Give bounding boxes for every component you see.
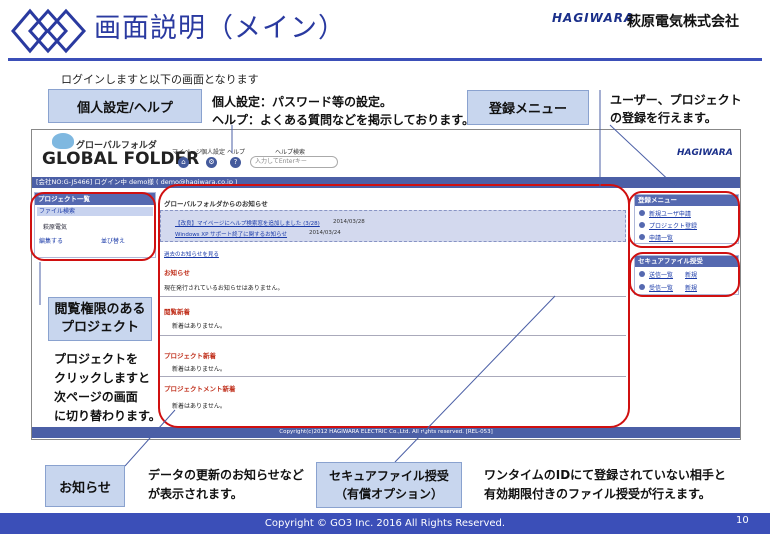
- nav-help-search-label: ヘルプ検索: [275, 149, 306, 156]
- screen-brand-logo: HAGIWARA: [677, 148, 733, 158]
- folder-logo-icon: [52, 133, 74, 149]
- highlight-project-panel: [30, 192, 156, 261]
- help-icon[interactable]: ?: [230, 157, 241, 168]
- app-header: グローバルフォルダ GLOBAL FOLDER マイページ 個人設定 ヘルプ ヘ…: [32, 130, 740, 173]
- highlight-notices: [158, 184, 630, 428]
- callout-notice-desc-2: が表示されます。: [148, 487, 243, 501]
- nav-mypage-label[interactable]: マイページ: [172, 147, 202, 156]
- callout-secure: セキュアファイル授受 （有償オプション）: [316, 462, 462, 508]
- callout-personal-desc-2: ヘルプ：よくある質問などを掲示しております。: [212, 113, 475, 127]
- callout-browse-desc-1: プロジェクトを: [54, 352, 139, 366]
- callout-browse-desc-2: クリックしますと: [54, 371, 151, 385]
- highlight-register-menu: [628, 191, 740, 248]
- callout-secure-desc-1: ワンタイムのIDにて登録されていない相手と: [484, 468, 726, 482]
- callout-register-desc-1: ユーザー、プロジェクト: [610, 93, 742, 107]
- slide-title: 画面説明（メイン）: [94, 13, 346, 44]
- nav-settings-label[interactable]: 個人設定: [201, 147, 225, 156]
- nav-help-label[interactable]: ヘルプ: [227, 147, 245, 156]
- page-number: 10: [736, 515, 749, 526]
- hagiwara-logo: HAGIWARA: [552, 11, 635, 25]
- callout-personal: 個人設定/ヘルプ: [48, 89, 202, 123]
- callout-notice: お知らせ: [45, 465, 125, 507]
- callout-browse: 閲覧権限のある プロジェクト: [48, 297, 152, 341]
- callout-browse-desc-3: 次ページの画面: [54, 390, 138, 404]
- callout-register-desc-2: の登録を行えます。: [610, 111, 717, 125]
- company-name: 萩原電気株式会社: [627, 14, 739, 30]
- callout-register: 登録メニュー: [467, 90, 589, 125]
- header-divider: [8, 58, 762, 61]
- settings-icon[interactable]: ⚙: [206, 157, 217, 168]
- app-footer: Copyright(c)2012 HAGIWARA ELECTRIC Co.,L…: [32, 427, 740, 438]
- intro-text: ログインしますと以下の画面となります: [61, 73, 259, 86]
- callout-browse-desc-4: に切り替わります。: [54, 409, 161, 423]
- callout-secure-desc-2: 有効期限付きのファイル授受が行えます。: [484, 487, 711, 501]
- highlight-secure-menu: [629, 252, 740, 297]
- callout-notice-desc-1: データの更新のお知らせなど: [148, 468, 304, 482]
- help-search-input[interactable]: 入力してEnterキー: [250, 156, 338, 168]
- callout-personal-desc-1: 個人設定：パスワード等の設定。: [212, 95, 393, 109]
- footer-bar: Copyright © GO3 Inc. 2016 All Rights Res…: [0, 513, 770, 534]
- go3-logo-icon: [11, 8, 87, 54]
- home-icon[interactable]: ⌂: [178, 157, 189, 168]
